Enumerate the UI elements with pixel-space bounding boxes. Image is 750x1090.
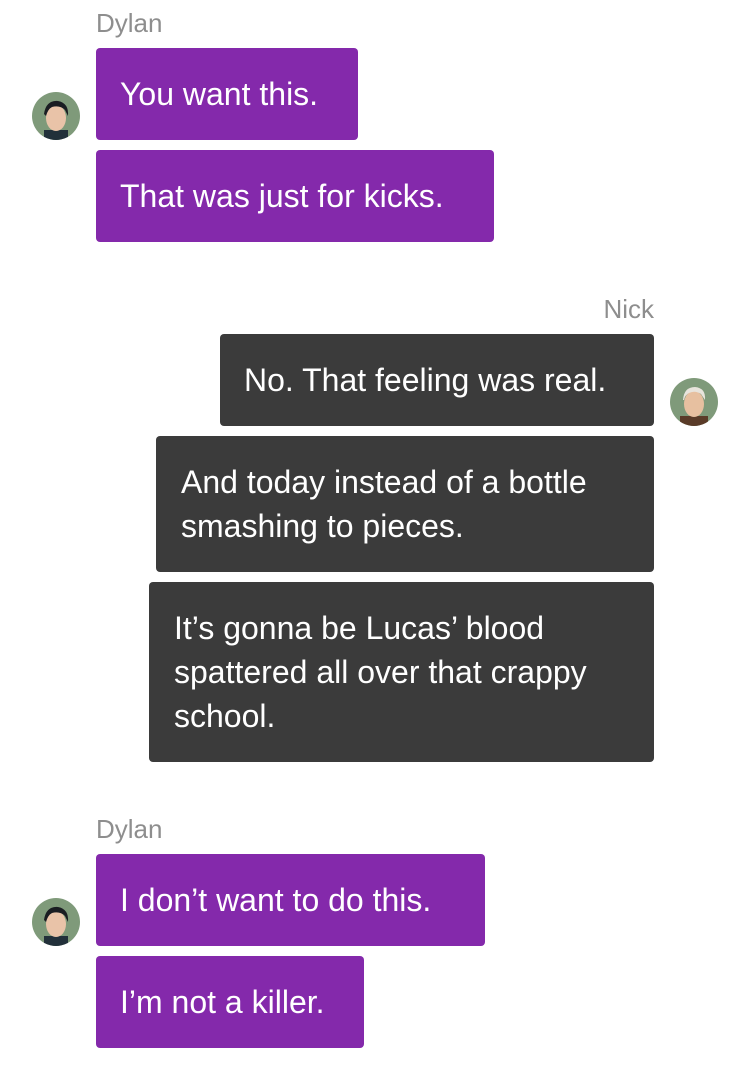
message-bubble[interactable]: You want this. [96,48,358,140]
message-bubble[interactable]: I’m not a killer. [96,956,364,1048]
message-bubble[interactable]: No. That feeling was real. [220,334,654,426]
message-bubble[interactable]: I don’t want to do this. [96,854,485,946]
sender-name: Nick [603,294,654,324]
dylan-avatar-icon[interactable] [32,92,80,140]
sender-name: Dylan [96,814,163,844]
nick-avatar-icon[interactable] [670,378,718,426]
message-bubble[interactable]: And today instead of a bottle smashing t… [156,436,654,572]
dylan-avatar-icon[interactable] [32,898,80,946]
message-bubble[interactable]: It’s gonna be Lucas’ blood spattered all… [149,582,654,762]
sender-name: Dylan [96,8,163,38]
message-bubble[interactable]: That was just for kicks. [96,150,494,242]
